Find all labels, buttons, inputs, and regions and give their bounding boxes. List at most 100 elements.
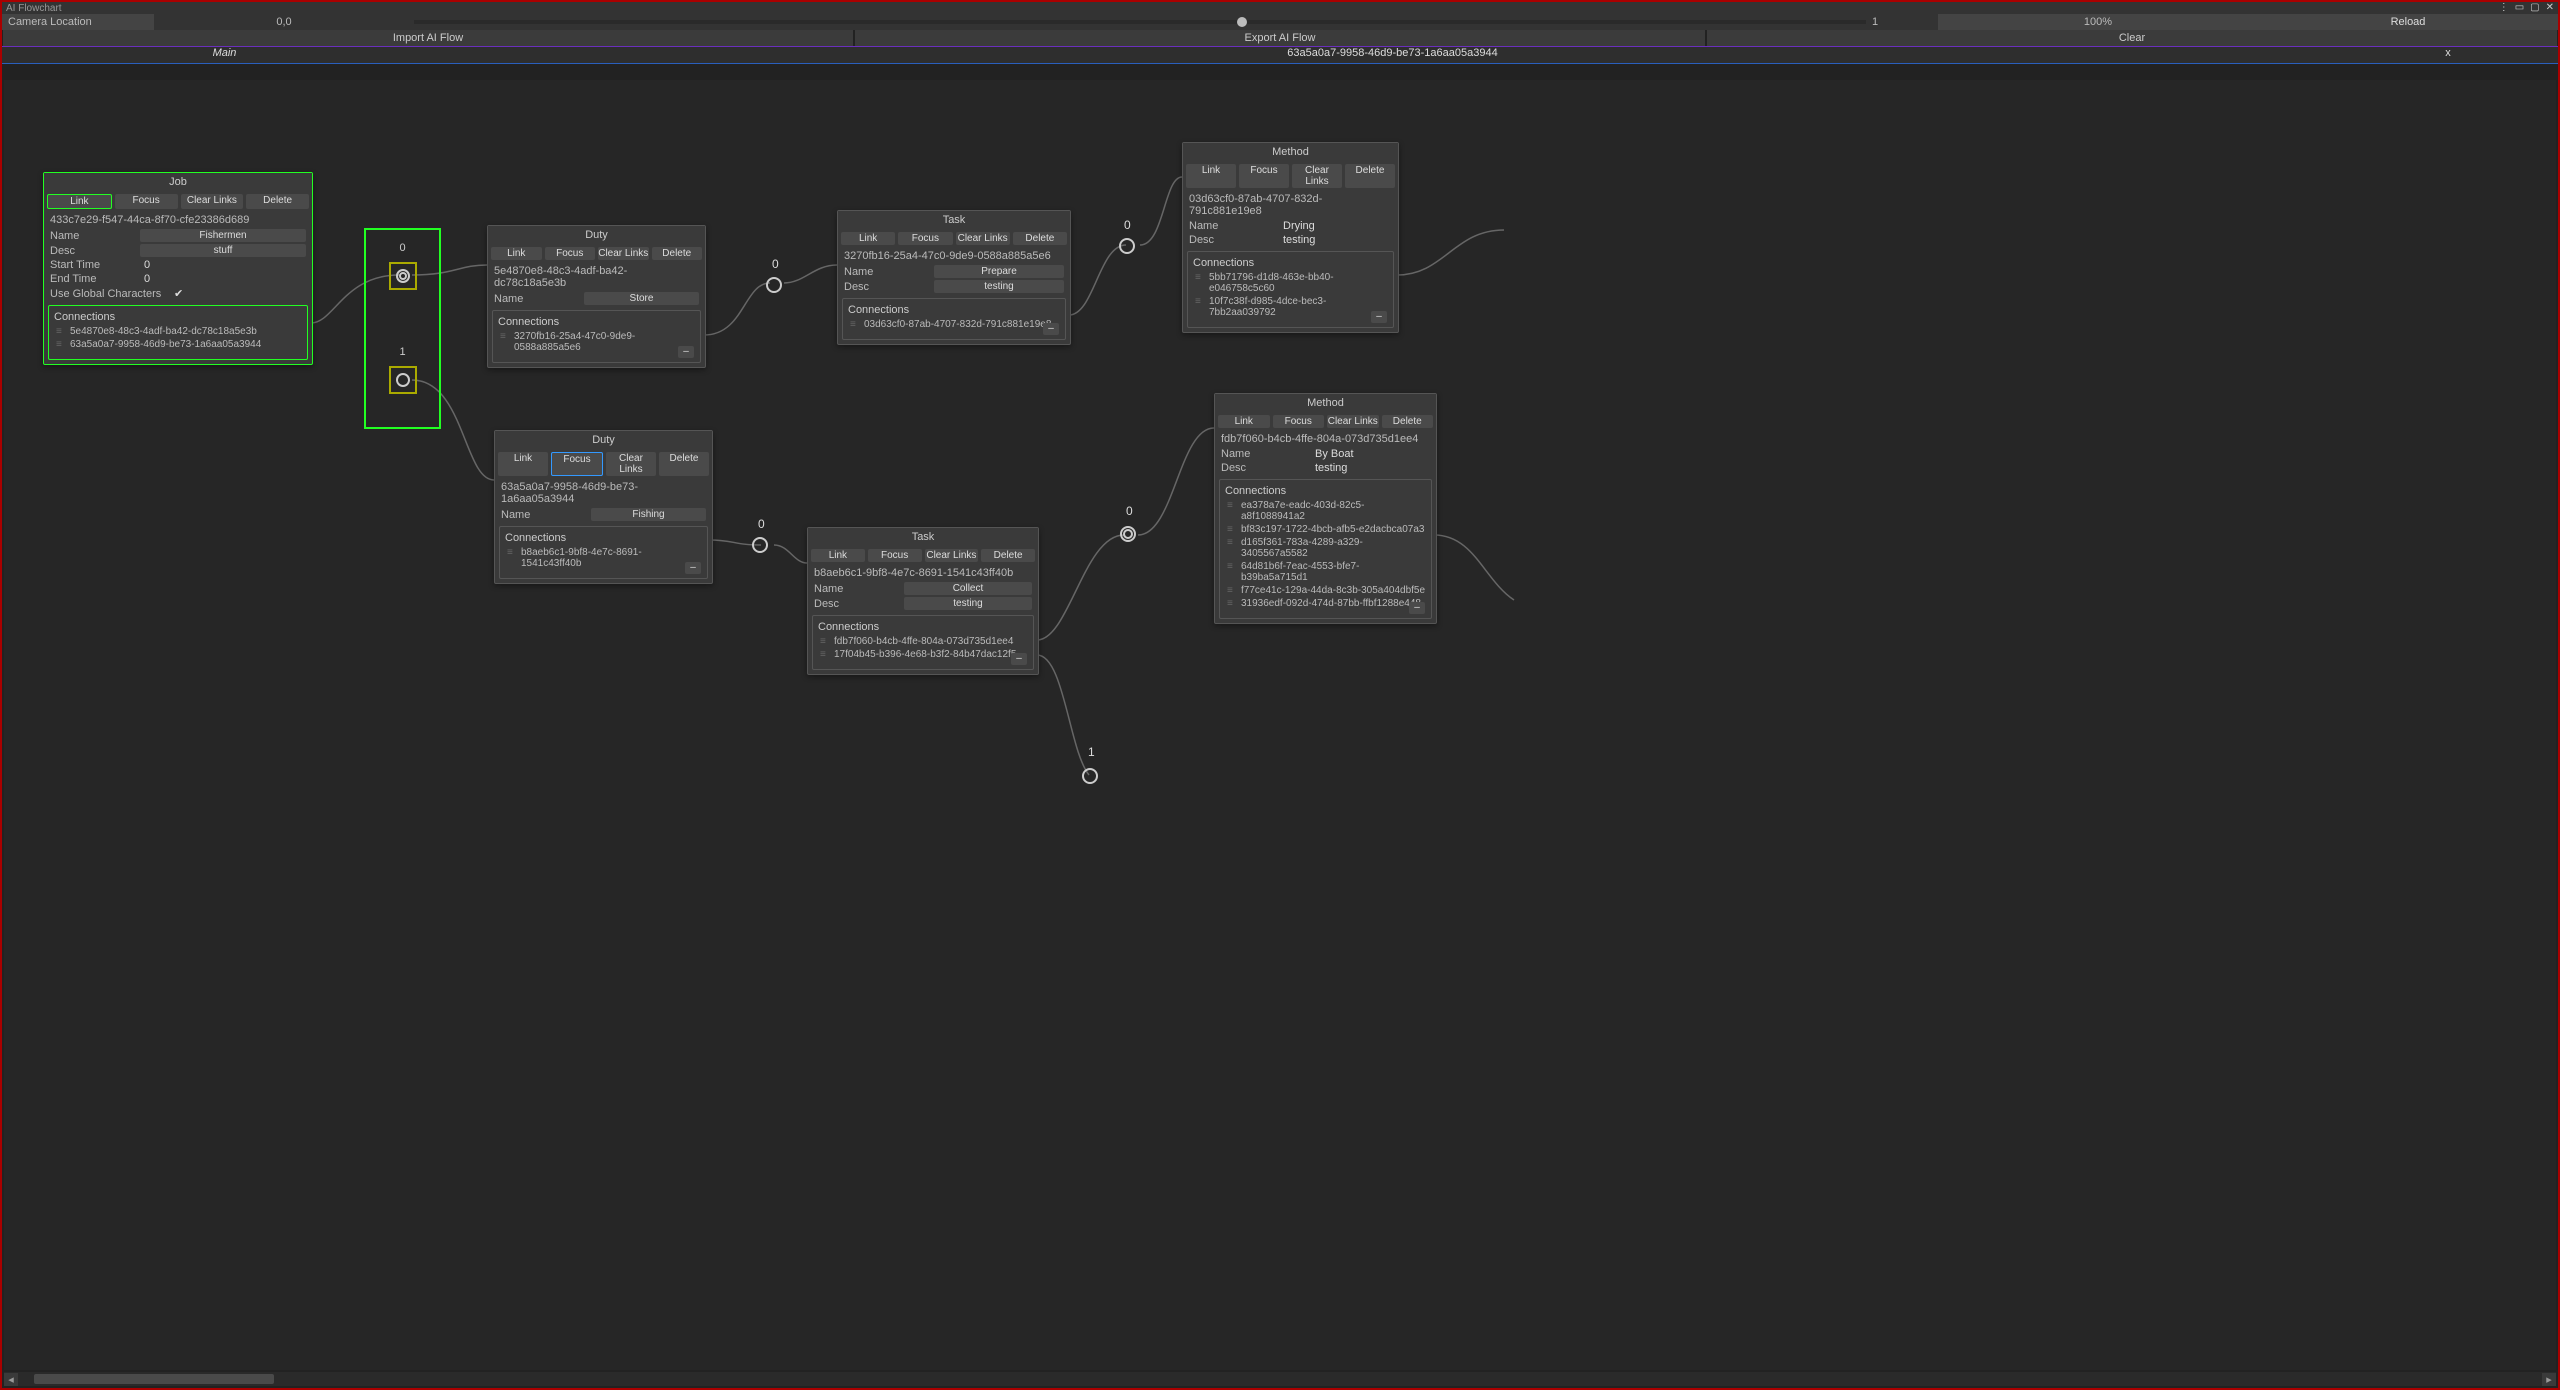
job-useg-label: Use Global Characters <box>50 288 170 300</box>
crumb-main[interactable]: Main <box>2 47 447 63</box>
task2-conn-1[interactable]: 17f04b45-b396-4e68-b3f2-84b47dac12f5 <box>818 648 1028 661</box>
duty2-port[interactable] <box>752 537 768 553</box>
duty1-minus-button[interactable]: – <box>678 346 694 358</box>
method2-focus-button[interactable]: Focus <box>1273 415 1325 428</box>
job-useg-check[interactable]: ✔ <box>170 287 306 300</box>
duty1-link-button[interactable]: Link <box>491 247 542 260</box>
method2-desc-value[interactable]: testing <box>1311 462 1430 474</box>
method1-name-value[interactable]: Drying <box>1279 220 1392 232</box>
task1-desc-value[interactable]: testing <box>934 280 1064 293</box>
duty2-clearlinks-button[interactable]: Clear Links <box>606 452 656 476</box>
task1-minus-button[interactable]: – <box>1043 323 1059 335</box>
duty1-name-value[interactable]: Store <box>584 292 699 305</box>
method2-name-value[interactable]: By Boat <box>1311 448 1430 460</box>
method2-conn-4[interactable]: f77ce41c-129a-44da-8c3b-305a404dbf5e <box>1225 584 1426 597</box>
export-button[interactable]: Export AI Flow <box>855 30 1705 46</box>
task2-port-bot[interactable] <box>1082 768 1098 784</box>
task2-node[interactable]: Task Link Focus Clear Links Delete b8aeb… <box>807 527 1039 675</box>
crumb-active[interactable]: 63a5a0a7-9958-46d9-be73-1a6aa05a3944 <box>447 47 2338 63</box>
duty1-port[interactable] <box>766 277 782 293</box>
clear-button[interactable]: Clear <box>1707 30 2557 46</box>
method1-node[interactable]: Method Link Focus Clear Links Delete 03d… <box>1182 142 1399 333</box>
duty1-focus-button[interactable]: Focus <box>545 247 596 260</box>
method1-clearlinks-button[interactable]: Clear Links <box>1292 164 1342 188</box>
task2-delete-button[interactable]: Delete <box>981 549 1035 562</box>
task2-clearlinks-button[interactable]: Clear Links <box>925 549 979 562</box>
flow-canvas[interactable]: Job Link Focus Clear Links Delete 433c7e… <box>4 80 2556 1370</box>
task2-link-button[interactable]: Link <box>811 549 865 562</box>
ord-top-port[interactable] <box>389 262 417 290</box>
method1-delete-button[interactable]: Delete <box>1345 164 1395 188</box>
task1-focus-button[interactable]: Focus <box>898 232 952 245</box>
method1-conn-0[interactable]: 5bb71796-d1d8-463e-bb40-e046758c5c60 <box>1193 271 1388 295</box>
task2-desc-value[interactable]: testing <box>904 597 1032 610</box>
method2-conn-2[interactable]: d165f361-783a-4289-a329-3405567a5582 <box>1225 536 1426 560</box>
job-clearlinks-button[interactable]: Clear Links <box>181 194 244 209</box>
method2-port[interactable] <box>1120 526 1136 542</box>
job-id: 433c7e29-f547-44ca-8f70-cfe23386d689 <box>44 212 312 228</box>
crumb-close[interactable]: x <box>2338 47 2558 63</box>
scroll-right-icon[interactable]: ▸ <box>2542 1373 2556 1386</box>
duty1-clearlinks-button[interactable]: Clear Links <box>598 247 649 260</box>
maximize-icon[interactable]: ▢ <box>2530 2 2539 13</box>
scroll-thumb[interactable] <box>34 1374 274 1384</box>
method2-clearlinks-button[interactable]: Clear Links <box>1327 415 1379 428</box>
duty2-node[interactable]: Duty Link Focus Clear Links Delete 63a5a… <box>494 430 713 584</box>
duty2-delete-button[interactable]: Delete <box>659 452 709 476</box>
job-desc-value[interactable]: stuff <box>140 244 306 257</box>
method1-desc-value[interactable]: testing <box>1279 234 1392 246</box>
task2-conn-0[interactable]: fdb7f060-b4cb-4ffe-804a-073d735d1ee4 <box>818 635 1028 648</box>
task1-delete-button[interactable]: Delete <box>1013 232 1067 245</box>
duty2-focus-button[interactable]: Focus <box>551 452 603 476</box>
task2-focus-button[interactable]: Focus <box>868 549 922 562</box>
method2-conn-0[interactable]: ea378a7e-eadc-403d-82c5-a8f1088941a2 <box>1225 499 1426 523</box>
method2-conn-1[interactable]: bf83c197-1722-4bcb-afb5-e2dacbca07a3 <box>1225 523 1426 536</box>
duty2-link-button[interactable]: Link <box>498 452 548 476</box>
minimize-icon[interactable]: ▭ <box>2515 2 2524 13</box>
zoom-slider[interactable] <box>414 14 1866 30</box>
context-menu-icon[interactable]: ⋮ <box>2499 2 2509 13</box>
duty2-minus-button[interactable]: – <box>685 562 701 574</box>
zoom-percent[interactable]: 100% <box>1938 14 2258 30</box>
scroll-left-icon[interactable]: ◂ <box>4 1373 18 1386</box>
job-end-value[interactable]: 0 <box>140 273 306 285</box>
duty1-delete-button[interactable]: Delete <box>652 247 703 260</box>
task1-clearlinks-button[interactable]: Clear Links <box>956 232 1010 245</box>
method2-link-button[interactable]: Link <box>1218 415 1270 428</box>
method1-minus-button[interactable]: – <box>1371 311 1387 323</box>
duty2-name-value[interactable]: Fishing <box>591 508 706 521</box>
method1-conn-1[interactable]: 10f7c38f-d985-4dce-bec3-7bb2aa039792 <box>1193 295 1388 319</box>
job-conn-0[interactable]: 5e4870e8-48c3-4adf-ba42-dc78c18a5e3b <box>54 325 302 338</box>
ord-bot-port[interactable] <box>389 366 417 394</box>
job-start-value[interactable]: 0 <box>140 259 306 271</box>
job-node[interactable]: Job Link Focus Clear Links Delete 433c7e… <box>43 172 313 365</box>
method2-node[interactable]: Method Link Focus Clear Links Delete fdb… <box>1214 393 1437 624</box>
duty1-node[interactable]: Duty Link Focus Clear Links Delete 5e487… <box>487 225 706 368</box>
job-conn-1[interactable]: 63a5a0a7-9958-46d9-be73-1a6aa05a3944 <box>54 338 302 351</box>
horizontal-scrollbar[interactable]: ◂ ▸ <box>4 1372 2556 1386</box>
method2-conn-3[interactable]: 64d81b6f-7eac-4553-bfe7-b39ba5a715d1 <box>1225 560 1426 584</box>
task1-conn-0[interactable]: 03d63cf0-87ab-4707-832d-791c881e19e8 <box>848 318 1060 331</box>
ordinal-node[interactable]: 0 1 <box>364 228 441 429</box>
task1-name-value[interactable]: Prepare <box>934 265 1064 278</box>
task1-node[interactable]: Task Link Focus Clear Links Delete 3270f… <box>837 210 1071 345</box>
task2-name-value[interactable]: Collect <box>904 582 1032 595</box>
method2-delete-button[interactable]: Delete <box>1382 415 1434 428</box>
close-window-icon[interactable]: ✕ <box>2546 2 2554 13</box>
job-link-button[interactable]: Link <box>47 194 112 209</box>
job-focus-button[interactable]: Focus <box>115 194 178 209</box>
method1-link-button[interactable]: Link <box>1186 164 1236 188</box>
duty2-conn-0[interactable]: b8aeb6c1-9bf8-4e7c-8691-1541c43ff40b <box>505 546 702 570</box>
method2-minus-button[interactable]: – <box>1409 602 1425 614</box>
task2-minus-button[interactable]: – <box>1011 653 1027 665</box>
duty2-id: 63a5a0a7-9958-46d9-be73-1a6aa05a3944 <box>495 479 712 507</box>
import-button[interactable]: Import AI Flow <box>3 30 853 46</box>
method2-conn-5[interactable]: 31936edf-092d-474d-87bb-ffbf1288e448 <box>1225 597 1426 610</box>
job-delete-button[interactable]: Delete <box>246 194 309 209</box>
reload-button[interactable]: Reload <box>2258 14 2558 30</box>
task1-link-button[interactable]: Link <box>841 232 895 245</box>
method1-focus-button[interactable]: Focus <box>1239 164 1289 188</box>
task1-port[interactable] <box>1119 238 1135 254</box>
job-name-value[interactable]: Fishermen <box>140 229 306 242</box>
duty1-conn-0[interactable]: 3270fb16-25a4-47c0-9de9-0588a885a5e6 <box>498 330 695 354</box>
